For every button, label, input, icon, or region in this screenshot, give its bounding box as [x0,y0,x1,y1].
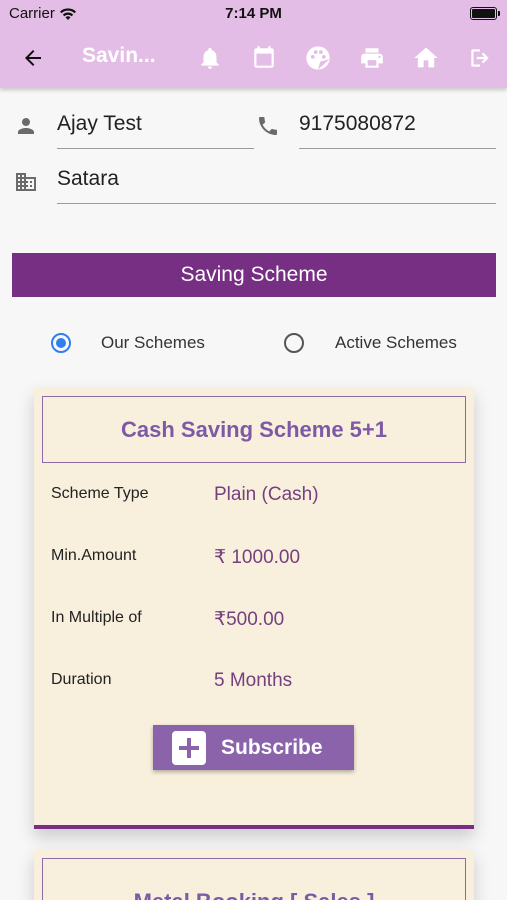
scheme-type-label: Scheme Type [51,485,149,502]
palette-icon [306,46,330,70]
scheme-title-box: Cash Saving Scheme 5+1 [42,396,466,463]
scheme-card: Cash Saving Scheme 5+1 Scheme Type Plain… [34,388,474,829]
scheme-type-value: Plain (Cash) [214,484,319,505]
logout-icon [471,49,489,67]
customer-name: Ajay Test [57,112,142,135]
top-bar: Carrier 7:14 PM Savin... [0,0,507,88]
card-accent-bar [34,825,474,829]
page-title: Savin... [82,44,156,67]
battery-icon [470,7,500,20]
customer-phone: 9175080872 [299,112,416,135]
duration-value: 5 Months [214,670,293,691]
min-amount-label: Min.Amount [51,547,137,564]
subscribe-label: Subscribe [221,735,323,759]
arrow-left-icon [25,50,41,66]
radio-active-schemes-label: Active Schemes [335,333,457,352]
home-icon [414,47,438,68]
city-icon [16,173,36,191]
customer-city: Satara [57,167,119,190]
calendar-icon [254,46,274,68]
logout-button[interactable] [464,42,496,74]
bell-icon [201,47,219,69]
phone-icon [259,117,277,135]
add-icon [172,730,206,765]
home-button[interactable] [410,42,442,74]
status-time: 7:14 PM [225,5,282,22]
radio-our-schemes[interactable]: Our Schemes [51,333,205,353]
scheme-title: Cash Saving Scheme 5+1 [121,416,387,442]
status-bar: Carrier 7:14 PM [0,0,507,28]
scheme-title: Metal Booking [ Sales ] [134,889,375,900]
customer-phone-field: 9175080872 [299,112,496,149]
scheme-card: Metal Booking [ Sales ] [34,850,474,900]
app-bar: Savin... [0,28,507,88]
scheme-title-box: Metal Booking [ Sales ] [42,858,466,900]
multiple-of-value: ₹500.00 [214,609,285,630]
customer-name-field: Ajay Test [57,112,254,149]
subscribe-button[interactable]: Subscribe [153,725,354,770]
customer-city-field: Satara [57,167,496,204]
section-header: Saving Scheme [12,253,496,297]
radio-our-schemes-label: Our Schemes [101,333,205,352]
person-icon [18,118,34,134]
radio-selected-icon [51,333,71,353]
print-button[interactable] [356,42,388,74]
duration-label: Duration [51,671,112,688]
printer-icon [361,48,383,68]
radio-active-schemes[interactable]: Active Schemes [284,333,457,353]
theme-button[interactable] [302,42,334,74]
back-button[interactable] [18,43,48,73]
multiple-of-label: In Multiple of [51,609,142,626]
min-amount-value: ₹ 1000.00 [214,547,301,568]
calendar-button[interactable] [248,42,280,74]
radio-unselected-icon [284,333,304,353]
notifications-button[interactable] [194,42,226,74]
